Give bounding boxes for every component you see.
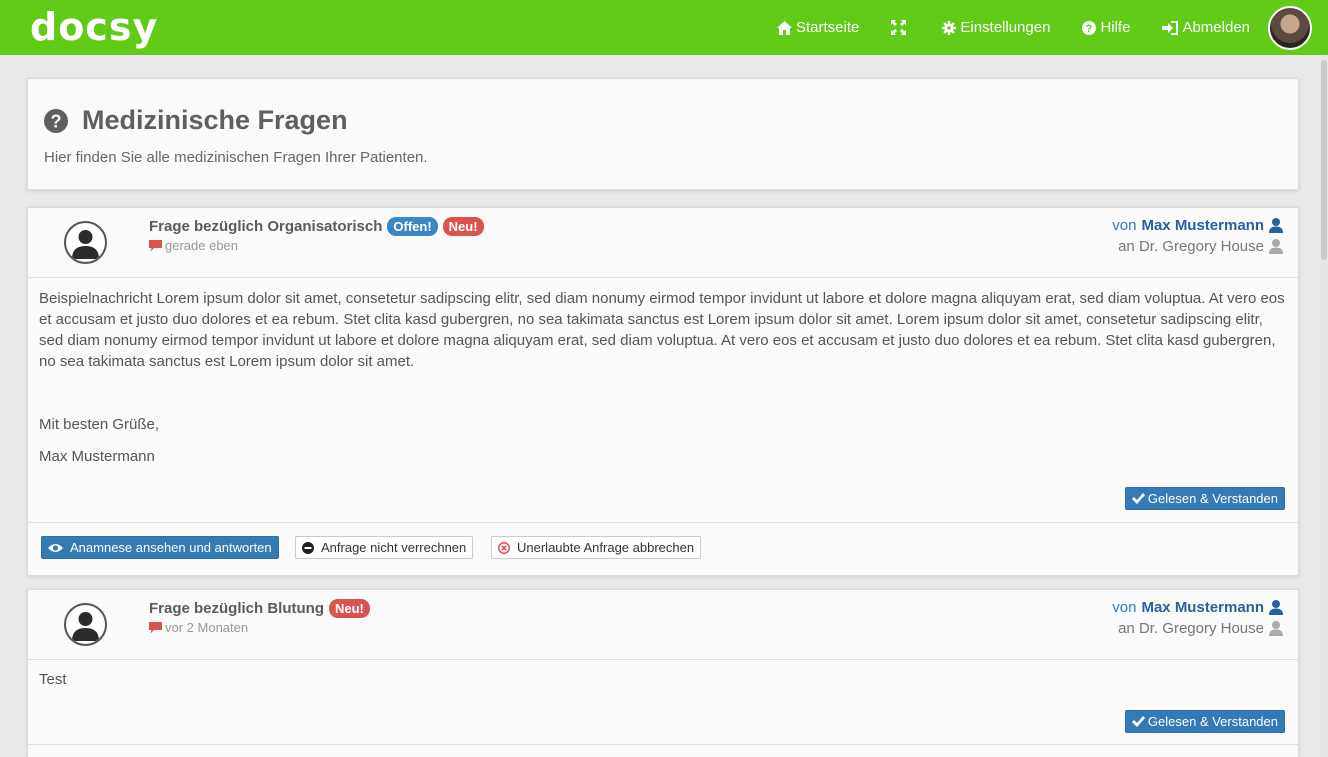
question-to: an Dr. Gregory House	[1118, 238, 1283, 255]
read-understood-button[interactable]: Gelesen & Verstanden	[1124, 487, 1285, 510]
question-title-text: Frage bezüglich Organisatorisch	[149, 218, 383, 235]
question-from: von Max Mustermann	[1112, 599, 1283, 616]
question-message: Beispielnachricht Lorem ipsum dolor sit …	[39, 290, 1285, 370]
question-header: Frage bezüglich Blutung Neu! vor 2 Monat…	[28, 590, 1298, 660]
question-message: Test	[39, 671, 67, 688]
patient-avatar-icon	[64, 221, 107, 264]
user-icon	[1269, 218, 1283, 233]
page-subtitle: Hier finden Sie alle medizinischen Frage…	[44, 149, 428, 166]
nav-settings-link[interactable]: Einstellungen	[942, 19, 1050, 36]
fullscreen-icon	[891, 20, 907, 35]
home-icon	[776, 20, 792, 35]
nav-logout-link[interactable]: Abmelden	[1162, 19, 1250, 36]
times-circle-icon	[498, 541, 510, 554]
docsy-logo[interactable]: docsy	[30, 6, 158, 48]
question-title: Frage bezüglich Organisatorisch Offen! N…	[149, 217, 484, 236]
question-card: Frage bezüglich Organisatorisch Offen! N…	[27, 207, 1299, 576]
question-time: vor 2 Monaten	[149, 620, 248, 635]
comment-icon	[149, 621, 162, 633]
read-understood-label: Gelesen & Verstanden	[1147, 491, 1278, 506]
question-actions	[28, 744, 1298, 757]
recipient-text: an Dr. Gregory House	[1118, 620, 1264, 637]
sender-name-link[interactable]: Max Mustermann	[1141, 217, 1264, 234]
user-icon	[1269, 621, 1283, 636]
nav-help-label: Hilfe	[1100, 19, 1131, 36]
question-title-text: Frage bezüglich Blutung	[149, 600, 324, 617]
do-not-bill-button[interactable]: Anfrage nicht verrechnen	[295, 536, 474, 559]
help-icon: ?	[1082, 20, 1097, 35]
question-signature: Max Mustermann	[39, 448, 155, 465]
do-not-bill-label: Anfrage nicht verrechnen	[321, 540, 467, 555]
svg-text:?: ?	[51, 111, 62, 131]
logo-text: docsy	[30, 5, 159, 49]
page-title-text: Medizinische Fragen	[82, 105, 348, 135]
question-header: Frage bezüglich Organisatorisch Offen! N…	[28, 208, 1298, 278]
view-anamnesis-label: Anamnese ansehen und antworten	[70, 540, 272, 555]
question-time-text: vor 2 Monaten	[165, 620, 249, 635]
nav-home-label: Startseite	[795, 19, 860, 36]
from-prefix: von	[1112, 599, 1137, 616]
sender-name-link[interactable]: Max Mustermann	[1141, 599, 1264, 616]
question-time: gerade eben	[149, 238, 238, 253]
nav-links: Startseite Einstellungen ? Hilfe Abmelde…	[745, 0, 1250, 55]
new-badge: Neu!	[442, 217, 484, 236]
question-card: Frage bezüglich Blutung Neu! vor 2 Monat…	[27, 589, 1299, 757]
question-greeting: Mit besten Grüße,	[39, 416, 160, 433]
question-to: an Dr. Gregory House	[1118, 620, 1283, 637]
nav-settings-label: Einstellungen	[960, 19, 1051, 36]
comment-icon	[149, 239, 162, 251]
nav-home-link[interactable]: Startseite	[776, 19, 860, 36]
check-icon	[1131, 716, 1145, 727]
fullscreen-button[interactable]	[891, 20, 910, 35]
page-title: ? Medizinische Fragen	[44, 105, 348, 136]
check-icon	[1131, 493, 1145, 504]
scrollbar-thumb[interactable]	[1321, 60, 1327, 260]
minus-circle-icon	[302, 541, 314, 554]
svg-text:?: ?	[1086, 23, 1093, 35]
question-time-text: gerade eben	[165, 238, 239, 253]
page-header-panel: ? Medizinische Fragen Hier finden Sie al…	[27, 78, 1299, 190]
patient-avatar-icon	[64, 603, 107, 646]
question-circle-icon: ?	[44, 108, 68, 133]
new-badge: Neu!	[329, 599, 370, 618]
user-icon	[1269, 600, 1283, 615]
nav-logout-label: Abmelden	[1182, 19, 1250, 36]
question-actions: Anamnese ansehen und antworten Anfrage n…	[28, 522, 1298, 576]
logout-icon	[1162, 20, 1179, 35]
read-understood-button[interactable]: Gelesen & Verstanden	[1124, 710, 1285, 733]
read-understood-label: Gelesen & Verstanden	[1147, 714, 1278, 729]
open-badge: Offen!	[387, 217, 438, 236]
question-title: Frage bezüglich Blutung Neu!	[149, 599, 370, 618]
eye-icon	[48, 543, 63, 552]
view-anamnesis-button[interactable]: Anamnese ansehen und antworten	[41, 536, 279, 559]
user-icon	[1269, 239, 1283, 254]
top-navbar: docsy Startseite Einstellungen ? Hilfe A…	[0, 0, 1328, 55]
nav-help-link[interactable]: ? Hilfe	[1082, 19, 1130, 36]
cancel-request-button[interactable]: Unerlaubte Anfrage abbrechen	[491, 536, 702, 559]
from-prefix: von	[1112, 217, 1137, 234]
question-from: von Max Mustermann	[1112, 217, 1283, 234]
cancel-request-label: Unerlaubte Anfrage abbrechen	[517, 540, 695, 555]
recipient-text: an Dr. Gregory House	[1118, 238, 1264, 255]
user-avatar-photo[interactable]	[1268, 6, 1312, 50]
gear-icon	[942, 20, 957, 35]
